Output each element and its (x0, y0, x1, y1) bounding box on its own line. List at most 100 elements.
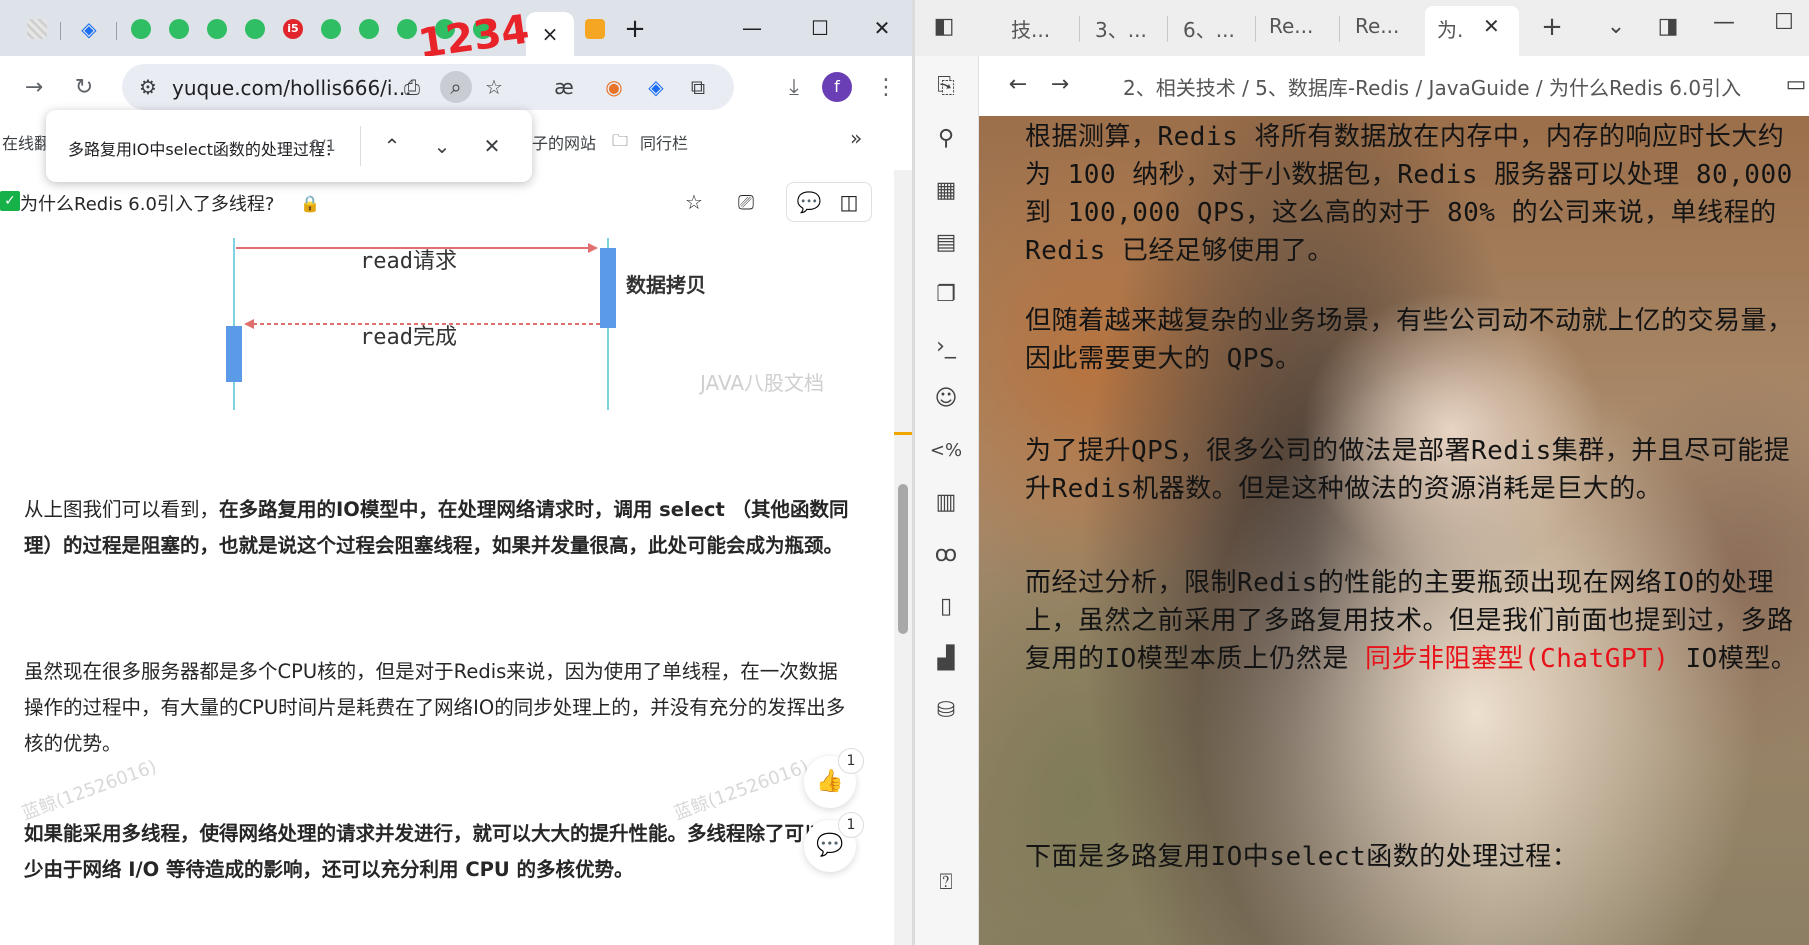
tab-separator (1339, 16, 1340, 42)
note-tab-1[interactable]: 技... (1011, 14, 1050, 43)
find-count: 0/1 (310, 136, 336, 155)
note-paragraph-1: 根据测算，Redis 将所有数据放在内存中，内存的响应时长大约为 100 纳秒，… (1025, 122, 1793, 266)
tab-green-2[interactable] (160, 12, 198, 46)
highlighted-red-text: 同步非阻塞型(ChatGPT) (1364, 644, 1670, 674)
reading-view-icon[interactable]: ▭ (1779, 68, 1809, 102)
close-tab-icon[interactable]: ✕ (1483, 14, 1500, 38)
comments-icon[interactable]: 💬 (793, 186, 825, 218)
ae-extension-icon[interactable]: æ (548, 71, 580, 103)
breadcrumb[interactable]: 2、相关技术 / 5、数据库-Redis / JavaGuide / 为什么Re… (1123, 72, 1741, 101)
site-settings-icon[interactable]: ⚙ (132, 71, 164, 103)
close-window-button[interactable]: ✕ (862, 12, 902, 44)
find-next-icon[interactable]: ⌄ (426, 130, 458, 162)
help-icon[interactable]: ⍰ (929, 866, 963, 900)
canvas-grid-icon[interactable]: ▦ (929, 174, 963, 208)
tab-grid[interactable] (18, 12, 56, 46)
graph-view-icon[interactable]: ⚲ (929, 122, 963, 156)
document-title: 为什么Redis 6.0引入了多线程? (20, 194, 275, 215)
forward-arrow-icon[interactable]: → (1043, 68, 1077, 102)
sidebar-toggle-icon[interactable]: ◫ (833, 186, 865, 218)
download-icon[interactable]: ⤓ (778, 72, 810, 104)
sidebar-right-toggle-icon[interactable]: ◨ (1651, 10, 1685, 44)
tab-active[interactable]: × (526, 12, 574, 56)
calendar-icon[interactable]: ▤ (929, 226, 963, 260)
table-icon[interactable]: ▥ (929, 486, 963, 520)
paragraph-1: 从上图我们可以看到，在多路复用的IO模型中，在处理网络请求时，调用 select… (24, 492, 854, 564)
star-icon[interactable]: ☆ (478, 71, 510, 103)
emoji-icon[interactable]: ☺ (929, 382, 963, 416)
tab-green-5[interactable] (312, 12, 350, 46)
note-tab-2[interactable]: 3、... (1095, 14, 1147, 43)
note-navigation: ← → 2、相关技术 / 5、数据库-Redis / JavaGuide / 为… (979, 56, 1809, 116)
book-icon[interactable]: ▯ (929, 590, 963, 624)
puzzle-extensions-icon[interactable]: ⧉ (682, 71, 714, 103)
note-paragraph-4: 而经过分析，限制Redis的性能的主要瓶颈出现在网络IO的处理上，虽然之前采用了… (1025, 564, 1805, 678)
note-tab-3[interactable]: 6、... (1183, 14, 1235, 43)
comment-icon: 💬 (816, 833, 844, 858)
find-in-page-icon[interactable]: ⌕ (440, 71, 472, 103)
tab-red[interactable]: i5 (274, 12, 312, 46)
paragraph-2: 虽然现在很多服务器都是多个CPU核的，但是对于Redis来说，因为使用了单线程，… (24, 660, 846, 755)
terminal-icon[interactable]: ›_ (929, 330, 963, 364)
folder-icon: 🗀 (612, 131, 629, 150)
copy-icon[interactable]: ❐ (929, 278, 963, 312)
glasses-icon[interactable]: ꝏ (929, 538, 963, 572)
bar-chart-icon[interactable]: ▟ (929, 642, 963, 676)
tab-separator (116, 22, 117, 40)
notes-tab-bar: ◧ 技... 3、... 6、... Re... Re... 为. ✕ + ⌄ … (915, 0, 1809, 56)
tab-orange[interactable] (576, 12, 614, 46)
bookmark-sites[interactable]: 子的网站 (532, 130, 596, 154)
colorful-extension-icon[interactable]: ◉ (598, 71, 630, 103)
new-tab-button[interactable]: + (616, 12, 654, 46)
profile-avatar[interactable]: f (822, 72, 852, 102)
check-icon: ✓ (0, 191, 20, 211)
tab-yuque[interactable]: ◈ (70, 12, 108, 46)
note-tab-active-label: 为. (1437, 18, 1464, 42)
new-note-tab-button[interactable]: + (1535, 10, 1569, 44)
database-icon[interactable]: ⛁ (929, 694, 963, 728)
scrollbar-thumb[interactable] (898, 484, 908, 634)
find-previous-icon[interactable]: ⌃ (376, 130, 408, 162)
tab-separator (1079, 16, 1080, 42)
bookmark-online[interactable]: 在线翻 (2, 130, 50, 154)
maximize-icon[interactable]: ☐ (1767, 6, 1801, 40)
reload-icon[interactable]: ↻ (68, 72, 100, 104)
note-paragraph-2: 但随着越来越复杂的业务场景，有些公司动不动就上亿的交易量，因此需要更大的 QPS… (1025, 306, 1794, 374)
open-file-icon[interactable]: ⎘ (929, 70, 963, 104)
note-paragraph-5: 下面是多路复用IO中select函数的处理过程： (1025, 842, 1579, 872)
note-tab-5[interactable]: Re... (1355, 14, 1399, 38)
tab-list-chevron-icon[interactable]: ⌄ (1599, 10, 1633, 44)
tab-green-1[interactable] (122, 12, 160, 46)
maximize-button[interactable]: ☐ (800, 12, 840, 44)
find-close-icon[interactable]: ✕ (476, 130, 508, 162)
minimize-icon[interactable]: — (1707, 6, 1741, 40)
yuque-extension-icon[interactable]: ◈ (640, 71, 672, 103)
address-url[interactable]: yuque.com/hollis666/i... (172, 76, 412, 100)
note-tab-active[interactable]: 为. ✕ (1425, 6, 1519, 56)
tab-green-6[interactable] (350, 12, 388, 46)
back-arrow-icon[interactable]: ← (1001, 68, 1035, 102)
more-menu-icon[interactable]: ⋮ (870, 72, 902, 104)
favorite-star-icon[interactable]: ☆ (678, 186, 710, 218)
sidebar-left-toggle-icon[interactable]: ◧ (927, 10, 961, 44)
diagram-label-read-done: read完成 (360, 325, 457, 350)
tab-separator (1255, 16, 1256, 42)
bookmark-folder-peers[interactable]: 同行栏 (640, 130, 688, 154)
forward-arrow-icon[interactable]: → (18, 72, 50, 104)
close-icon[interactable]: × (542, 22, 559, 46)
tab-strip: ◈ i5 × + 1234 — ☐ ✕ (0, 0, 912, 68)
code-percent-icon[interactable]: <% (929, 434, 963, 468)
find-input[interactable]: 多路复用IO中select函数的处理过程： (68, 136, 341, 160)
minimize-button[interactable]: — (732, 12, 772, 44)
install-app-icon[interactable]: ⎙ (396, 71, 428, 103)
address-bar[interactable]: ⚙ yuque.com/hollis666/i... ⎙ ⌕ ☆ æ ◉ ◈ ⧉ (122, 64, 734, 110)
note-tab-4[interactable]: Re... (1269, 14, 1313, 38)
find-divider (360, 126, 361, 166)
present-icon[interactable]: ⎚ (730, 186, 762, 218)
bookmarks-overflow-button[interactable]: » (850, 126, 862, 150)
diagram-arrowhead (588, 243, 598, 253)
tab-green-3[interactable] (198, 12, 236, 46)
paragraph-1-lead: 从上图我们可以看到， (24, 498, 220, 521)
tab-green-4[interactable] (236, 12, 274, 46)
note-reading-view: 根据测算，Redis 将所有数据放在内存中，内存的响应时长大约为 100 纳秒，… (979, 116, 1809, 945)
